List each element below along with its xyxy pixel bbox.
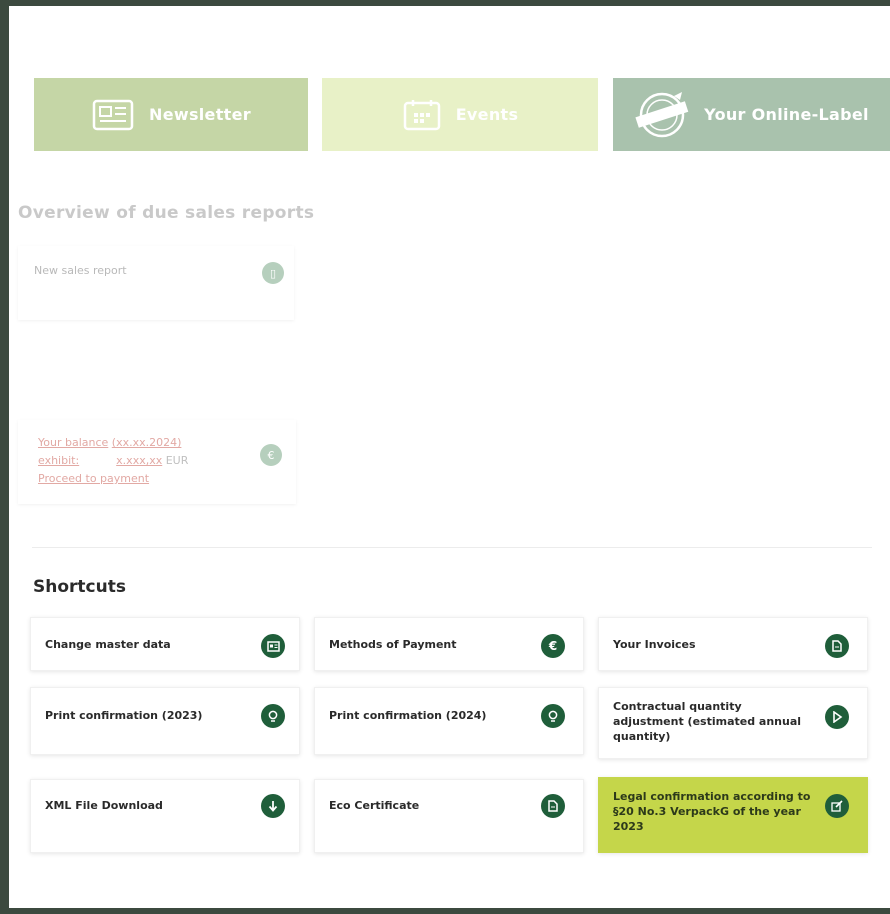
- shortcut-print-confirmation-2023[interactable]: Print confirmation (2023): [30, 687, 300, 755]
- seal-icon: [634, 90, 690, 140]
- play-icon: [825, 705, 849, 729]
- shortcut-legal-confirmation[interactable]: Legal confirmation according to §20 No.3…: [598, 777, 868, 853]
- shortcut-label: Contractual quantity adjustment (estimat…: [613, 700, 802, 743]
- section-divider: [32, 547, 872, 548]
- shortcut-xml-file-download[interactable]: XML File Download: [30, 779, 300, 853]
- bulb-icon: [541, 704, 565, 728]
- euro-icon: €: [541, 634, 565, 658]
- overview-title: Overview of due sales reports: [18, 203, 315, 223]
- calendar-icon: [402, 98, 442, 132]
- new-sales-report-label: New sales report: [34, 264, 127, 277]
- newsletter-tile[interactable]: Newsletter: [34, 78, 308, 151]
- euro-icon: €: [260, 444, 282, 466]
- balance-label: Your balance: [38, 436, 109, 449]
- newspaper-icon: [91, 98, 135, 132]
- balance-text: Your balance (xx.xx.2024) exhibit: x.xxx…: [38, 434, 188, 488]
- balance-card: Your balance (xx.xx.2024) exhibit: x.xxx…: [18, 420, 296, 504]
- balance-unit: EUR: [165, 454, 189, 467]
- document-icon: ▯: [262, 262, 284, 284]
- shortcut-label: Print confirmation (2023): [45, 709, 203, 722]
- shortcut-eco-certificate[interactable]: Eco Certificate: [314, 779, 584, 853]
- proceed-to-payment-link[interactable]: Proceed to payment: [38, 472, 149, 485]
- id-card-icon: [261, 634, 285, 658]
- shortcut-label: Legal confirmation according to §20 No.3…: [613, 790, 811, 833]
- shortcut-your-invoices[interactable]: Your Invoices: [598, 617, 868, 671]
- shortcut-label: Change master data: [45, 638, 171, 651]
- balance-amount: x.xxx,xx: [116, 454, 163, 467]
- shortcut-label: Methods of Payment: [329, 638, 457, 651]
- events-tile[interactable]: Events: [322, 78, 598, 151]
- bulb-icon: [261, 704, 285, 728]
- newsletter-label: Newsletter: [149, 105, 251, 124]
- balance-date: (xx.xx.2024): [111, 436, 182, 449]
- shortcut-label: XML File Download: [45, 799, 163, 812]
- shortcuts-title: Shortcuts: [33, 577, 126, 597]
- document-icon: [825, 634, 849, 658]
- new-sales-report-card[interactable]: New sales report ▯: [18, 246, 294, 320]
- shortcut-label: Print confirmation (2024): [329, 709, 487, 722]
- online-label-text: Your Online-Label: [704, 105, 869, 124]
- download-icon: [261, 794, 285, 818]
- document-icon: [541, 794, 565, 818]
- shortcut-change-master-data[interactable]: Change master data: [30, 617, 300, 671]
- shortcut-label: Eco Certificate: [329, 799, 420, 812]
- edit-icon: [825, 794, 849, 818]
- shortcut-contractual-quantity-adjustment[interactable]: Contractual quantity adjustment (estimat…: [598, 687, 868, 759]
- shortcut-label: Your Invoices: [613, 638, 696, 651]
- exhibit-label: exhibit:: [38, 454, 80, 467]
- shortcut-print-confirmation-2024[interactable]: Print confirmation (2024): [314, 687, 584, 755]
- online-label-tile[interactable]: Your Online-Label: [613, 78, 890, 151]
- events-label: Events: [455, 105, 519, 124]
- shortcut-methods-of-payment[interactable]: Methods of Payment €: [314, 617, 584, 671]
